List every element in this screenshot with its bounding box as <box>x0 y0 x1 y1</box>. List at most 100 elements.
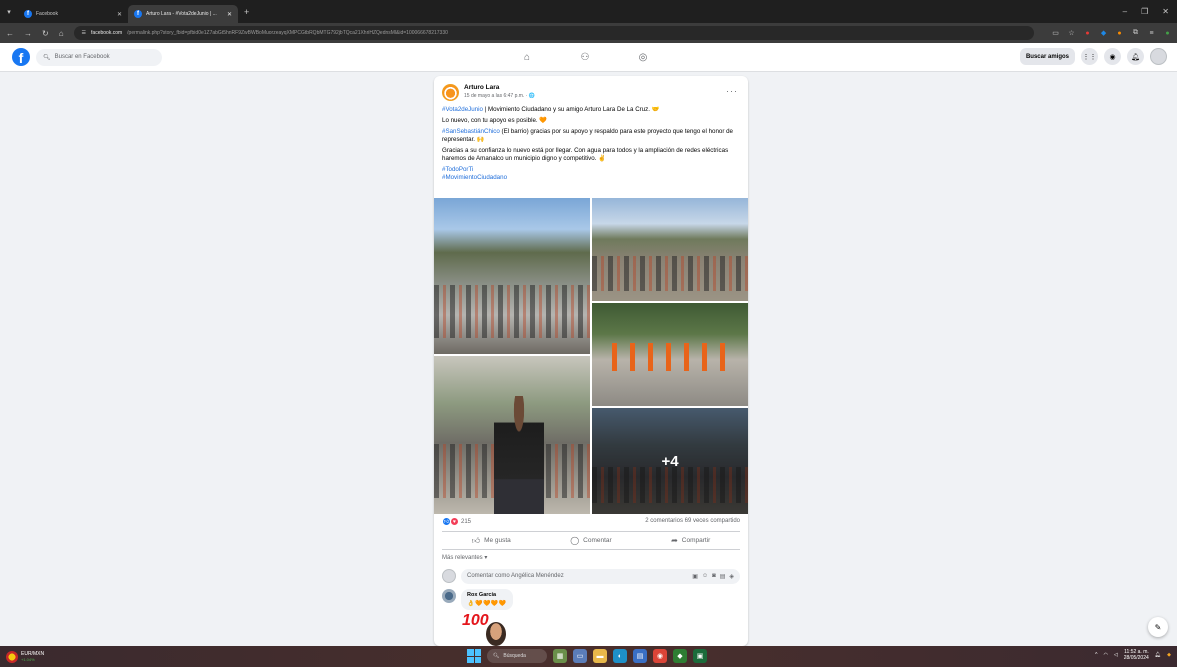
facebook-header: f 🔍︎ Buscar en Facebook ⌂ ⚇ ◎ Buscar ami… <box>0 43 1177 72</box>
comment-tools: ▣ ☺ ◙ ▤ ◈ <box>692 573 734 580</box>
close-tab-icon[interactable]: ✕ <box>227 11 232 18</box>
author-avatar[interactable] <box>442 84 459 101</box>
cast-icon[interactable]: ▭ <box>1052 29 1060 37</box>
post-photo[interactable] <box>434 356 590 514</box>
post-timestamp[interactable]: 15 de mayo a las 6:47 p.m. · 🌐 <box>464 93 535 99</box>
gif-icon[interactable]: ▤ <box>720 573 726 580</box>
maximize-icon[interactable]: ❐ <box>1141 7 1148 16</box>
facebook-favicon-icon: f <box>134 10 142 18</box>
windows-start-icon[interactable] <box>467 649 481 663</box>
tab-facebook[interactable]: f Facebook ✕ <box>18 5 128 23</box>
sticker-100-text: 100 <box>462 612 489 629</box>
share-arrow-icon: ➦ <box>671 536 678 545</box>
commenter-avatar[interactable] <box>442 589 456 603</box>
post-photo[interactable] <box>434 198 590 354</box>
facebook-favicon-icon: f <box>24 10 32 18</box>
chrome-icon[interactable]: ◉ <box>653 649 667 663</box>
extension-orange-icon[interactable]: ● <box>1116 29 1124 37</box>
clock[interactable]: 11:52 a. m. 28/05/2024 <box>1124 649 1149 661</box>
system-tray: ^ ◠ ◁ 11:52 a. m. 28/05/2024 🔔︎ ◆ <box>1095 649 1171 661</box>
menu-grid-icon[interactable]: ⋮⋮ <box>1081 48 1098 65</box>
file-explorer-icon[interactable]: ▬ <box>593 649 607 663</box>
hashtag-link[interactable]: #SanSebastiánChico <box>442 128 500 135</box>
back-icon[interactable]: ← <box>6 29 14 38</box>
post-photo-more[interactable]: +4 <box>592 408 748 514</box>
close-tab-icon[interactable]: ✕ <box>117 11 122 18</box>
tray-chevron-icon[interactable]: ^ <box>1095 652 1097 658</box>
new-tab-button[interactable]: + <box>238 7 255 17</box>
post-photo[interactable] <box>592 198 748 301</box>
comment-input[interactable]: Comentar como Angélica Menéndez ▣ ☺ ◙ ▤ … <box>461 568 740 584</box>
minimize-icon[interactable]: – <box>1123 7 1127 16</box>
commenter-avatar <box>442 569 456 583</box>
extension-blue-icon[interactable]: ◆ <box>1100 29 1108 37</box>
widgets-icon[interactable]: ▦ <box>553 649 567 663</box>
home-icon[interactable]: ⌂ <box>520 51 534 65</box>
hashtag-link[interactable]: #MovimientoCiudadano <box>442 174 740 182</box>
post-card: Arturo Lara 15 de mayo a las 6:47 p.m. ·… <box>434 76 748 646</box>
notification-bell-icon[interactable]: 🔔︎ <box>1155 652 1161 658</box>
groups-icon[interactable]: ◎ <box>636 51 650 65</box>
stock-widget[interactable]: EUR/MXN +1.04% <box>0 650 44 663</box>
like-button[interactable]: 👍︎ Me gusta <box>472 536 511 546</box>
reading-list-icon[interactable]: ≡ <box>1148 29 1156 37</box>
search-icon: 🔍︎ <box>493 653 500 659</box>
commenter-name[interactable]: Rox García <box>467 592 507 598</box>
reload-icon[interactable]: ↻ <box>42 29 49 38</box>
find-friends-button[interactable]: Buscar amigos <box>1019 48 1075 65</box>
friends-icon[interactable]: ⚇ <box>578 51 592 65</box>
task-view-icon[interactable]: ▭ <box>573 649 587 663</box>
new-message-icon[interactable]: ✎ <box>1148 617 1168 637</box>
post-paragraph: Gracias a su confianza lo nuevo está por… <box>442 147 729 162</box>
thumbs-up-icon: 👍︎ <box>471 535 481 545</box>
messenger-icon[interactable]: ◉ <box>1104 48 1121 65</box>
tab-arturo-lara[interactable]: f Arturo Lara - #Vota2deJunio | ... ✕ <box>128 5 238 23</box>
avatar-sticker-icon[interactable]: ▣ <box>692 573 698 580</box>
camera-icon[interactable]: ◙ <box>712 573 716 580</box>
post-options-icon[interactable]: ··· <box>726 86 738 96</box>
like-label: Me gusta <box>484 537 511 544</box>
account-avatar[interactable] <box>1150 48 1167 65</box>
copilot-icon[interactable]: ◆ <box>1167 652 1171 658</box>
comment-placeholder: Comentar como Angélica Menéndez <box>467 573 564 579</box>
reaction-summary[interactable]: 👍︎ ♥ 215 <box>442 517 471 526</box>
taskbar-apps: 🔍︎ Búsqueda ▦ ▭ ▬ ◐ ▤ ◉ ◆ ▣ <box>467 649 707 663</box>
volume-icon[interactable]: ◁ <box>1114 652 1118 658</box>
home-icon[interactable]: ⌂ <box>59 29 64 38</box>
tab-search-icon[interactable]: ▾ <box>0 0 18 23</box>
profile-avatar-icon[interactable]: ● <box>1164 29 1172 37</box>
address-bar[interactable]: ☰ facebook.com/permalink.php?story_fbid=… <box>73 26 1034 40</box>
notifications-bell-icon[interactable]: 🔔︎ <box>1127 48 1144 65</box>
more-photos-count: +4 <box>592 408 748 514</box>
site-info-icon[interactable]: ☰ <box>82 30 86 36</box>
forward-icon[interactable]: → <box>24 29 32 38</box>
wifi-icon[interactable]: ◠ <box>1104 652 1108 658</box>
author-name[interactable]: Arturo Lara <box>464 84 535 91</box>
comment-text: 👌🧡🧡🧡🧡 <box>467 601 507 607</box>
browser-toolbar: ← → ↻ ⌂ ☰ facebook.com/permalink.php?sto… <box>0 23 1177 43</box>
facebook-logo-icon[interactable]: f <box>12 48 30 66</box>
photo-gallery: +4 <box>434 198 748 514</box>
sticker-icon[interactable]: ◈ <box>729 573 734 580</box>
paragraph-text: | Movimiento Ciudadano y su amigo Arturo… <box>482 106 660 113</box>
clock-date: 28/05/2024 <box>1123 655 1149 661</box>
comment-button[interactable]: ◯ Comentar <box>570 536 612 545</box>
facebook-search-input[interactable]: 🔍︎ Buscar en Facebook <box>36 48 162 66</box>
app-icon-2[interactable]: ▣ <box>693 649 707 663</box>
post-photo[interactable] <box>592 303 748 406</box>
hashtag-link[interactable]: #TodoPorTi <box>442 166 740 174</box>
comment-sort-dropdown[interactable]: Más relevantes ▾ <box>442 554 487 561</box>
bookmark-star-icon[interactable]: ☆ <box>1068 29 1076 37</box>
extension-red-icon[interactable]: ● <box>1084 29 1092 37</box>
taskbar-search[interactable]: 🔍︎ Búsqueda <box>487 649 547 663</box>
edge-icon[interactable]: ◐ <box>613 649 627 663</box>
emoji-icon[interactable]: ☺ <box>702 573 708 580</box>
app-icon[interactable]: ◆ <box>673 649 687 663</box>
extensions-puzzle-icon[interactable]: ⧉ <box>1132 29 1140 37</box>
close-window-icon[interactable]: ✕ <box>1162 7 1169 16</box>
currency-icon <box>6 650 18 663</box>
comment-share-stats[interactable]: 2 comentarios 69 veces compartido <box>645 518 740 524</box>
store-icon[interactable]: ▤ <box>633 649 647 663</box>
share-button[interactable]: ➦ Compartir <box>671 536 710 545</box>
hashtag-link[interactable]: #Vota2deJunio <box>442 106 483 113</box>
